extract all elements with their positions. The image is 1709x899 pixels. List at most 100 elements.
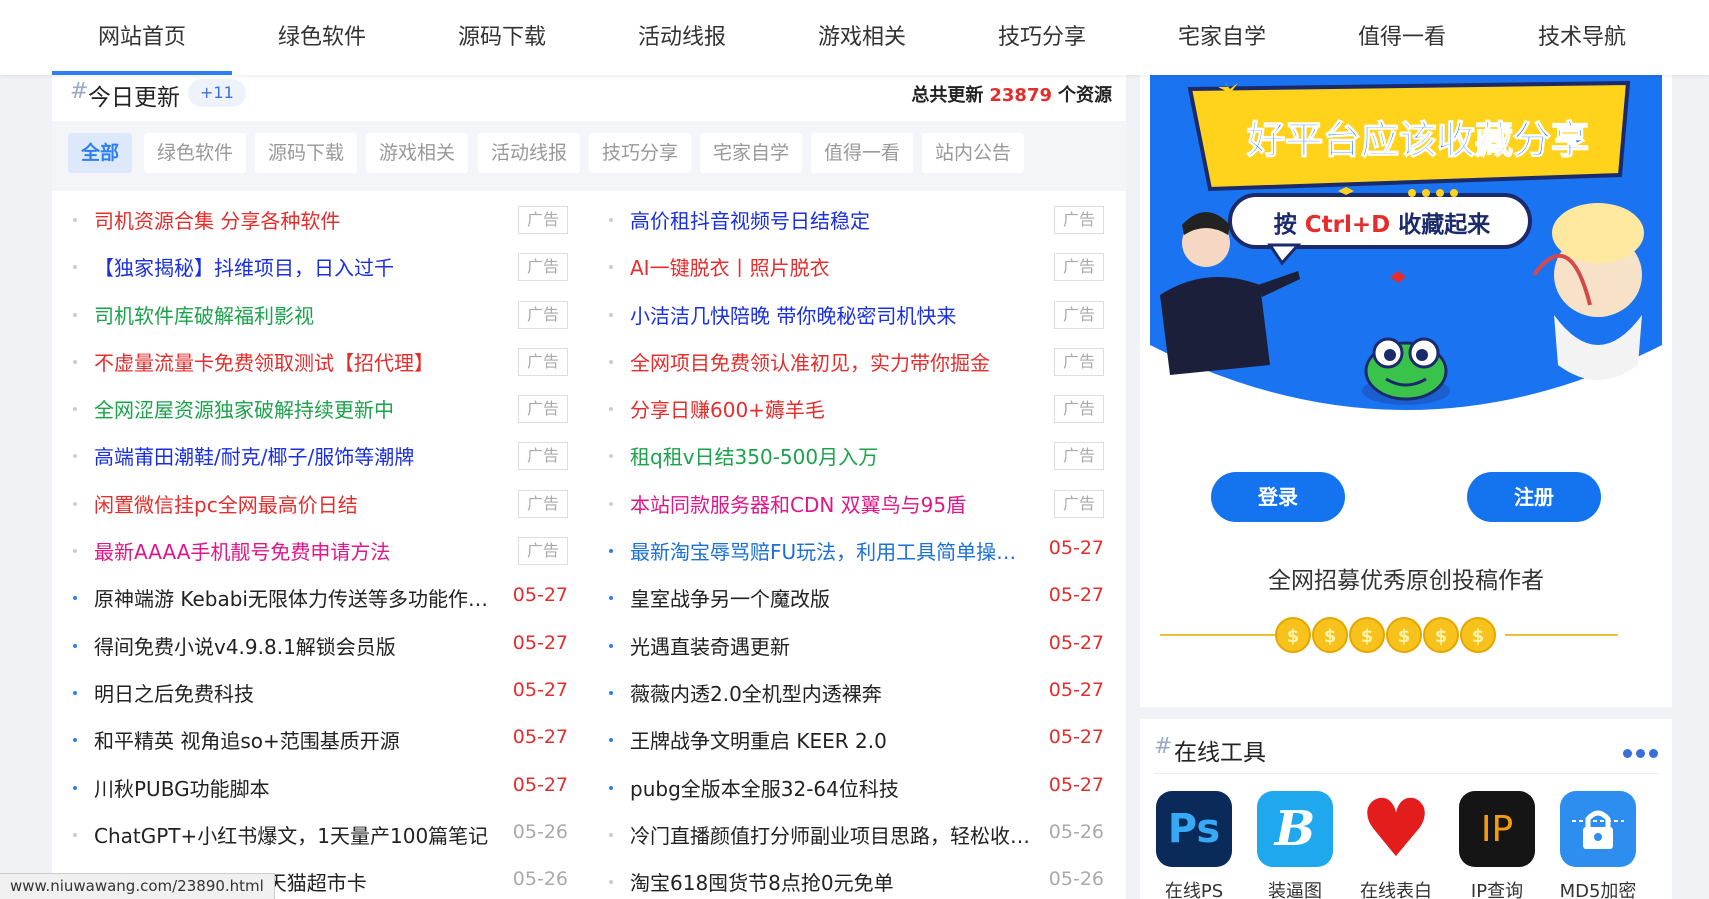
item-title[interactable]: 原神端游 Kebabi无限体力传送等多功能作弊器 [94,583,494,612]
item-title[interactable]: 分享日赚600+薅羊毛 [630,394,1030,423]
item-title[interactable]: 淘宝618囤货节8点抢0元免单 [630,867,1030,896]
item-title[interactable]: ChatGPT+小红书爆文，1天量产100篇笔记 [94,820,494,849]
item-title[interactable]: 薇薇内透2.0全机型内透裸奔 [630,678,1030,707]
coins-decoration: $ $ $ $ $ $ [1160,617,1618,653]
item-title[interactable]: 全网涩屋资源独家破解持续更新中 [94,394,494,423]
item-title[interactable]: 王牌战争文明重启 KEER 2.0 [630,725,1030,754]
ad-tag: 广告 [518,300,568,329]
category-tab[interactable]: 宅家自学 [700,133,803,173]
list-item[interactable]: 明日之后免费科技 05-27 [68,668,568,715]
list-item[interactable]: 光遇直装奇遇更新 05-27 [604,621,1104,668]
item-title[interactable]: 最新AAAA手机靓号免费申请方法 [94,536,494,565]
category-tab[interactable]: 技巧分享 [589,133,692,173]
item-title[interactable]: 最新淘宝辱骂赔FU玩法，利用工具简单操作日入过千 [630,536,1030,565]
list-item[interactable]: 分享日赚600+薅羊毛 广告 [604,384,1104,431]
category-tab[interactable]: 源码下载 [255,133,358,173]
nav-item[interactable]: 技术导航 [1492,0,1672,75]
list-item[interactable]: AI一键脱衣丨照片脱衣 广告 [604,242,1104,289]
list-item[interactable]: 最新淘宝辱骂赔FU玩法，利用工具简单操作日入过千 05-27 [604,526,1104,573]
item-date: 05-26 [1048,820,1104,843]
list-item[interactable]: 租q租v日结350-500月入万 广告 [604,431,1104,478]
list-item[interactable]: 得间免费小说v4.9.8.1解锁会员版 05-27 [68,621,568,668]
nav-item[interactable]: 源码下载 [412,0,592,75]
nav-item[interactable]: 游戏相关 [772,0,952,75]
item-title[interactable]: 【独家揭秘】抖维项目，日入过千 [94,252,494,281]
heart-icon: ♥ [1358,789,1434,869]
bullet-icon [609,690,613,695]
login-button[interactable]: 登录 [1211,472,1345,522]
item-title[interactable]: pubg全版本全服32-64位科技 [630,773,1030,802]
category-tab[interactable]: 活动线报 [478,133,581,173]
ad-tag: 广告 [1054,442,1104,471]
promo-banner[interactable]: 好平台应该收藏分享 按 Ctrl+D 收藏起来 [1150,75,1662,437]
bullet-icon [609,454,613,459]
more-dots-icon[interactable] [1619,743,1658,762]
category-tab[interactable]: 全部 [68,133,133,173]
bullet-icon [73,265,77,270]
item-title[interactable]: 高价租抖音视频号日结稳定 [630,205,1030,234]
item-title[interactable]: 得间免费小说v4.9.8.1解锁会员版 [94,631,494,660]
item-title[interactable]: 租q租v日结350-500月入万 [630,441,1030,470]
tool-ip-lookup[interactable]: IP IP查询 [1457,791,1537,899]
item-title[interactable]: 皇室战争另一个魔改版 [630,583,1030,612]
list-item[interactable]: pubg全版本全服32-64位科技 05-27 [604,763,1104,810]
list-item[interactable]: 最新AAAA手机靓号免费申请方法 广告 [68,526,568,573]
list-item[interactable]: 川秋PUBG功能脚本 05-27 [68,763,568,810]
list-item[interactable]: 本站同款服务器和CDN 双翼鸟与95盾 广告 [604,479,1104,526]
list-item[interactable]: 【独家揭秘】抖维项目，日入过千 广告 [68,242,568,289]
list-item[interactable]: 和平精英 视角追so+范围基质开源 05-27 [68,715,568,762]
list-item[interactable]: 王牌战争文明重启 KEER 2.0 05-27 [604,715,1104,762]
bullet-icon [73,738,77,743]
nav-item[interactable]: 值得一看 [1312,0,1492,75]
list-item[interactable]: ChatGPT+小红书爆文，1天量产100篇笔记 05-26 [68,810,568,857]
list-item[interactable]: 高价租抖音视频号日结稳定 广告 [604,195,1104,242]
item-date: 05-27 [1048,537,1104,560]
list-item[interactable]: 高端莆田潮鞋/耐克/椰子/服饰等潮牌 广告 [68,431,568,478]
nav-item[interactable]: 绿色软件 [232,0,412,75]
item-title[interactable]: 川秋PUBG功能脚本 [94,773,494,802]
bullet-icon [73,690,77,695]
list-item[interactable]: 全网项目免费领认准初见，实力带你掘金 广告 [604,337,1104,384]
nav-item[interactable]: 宅家自学 [1132,0,1312,75]
list-item[interactable]: 司机资源合集 分享各种软件 广告 [68,195,568,242]
svg-text:$: $ [1287,626,1300,647]
item-title[interactable]: 冷门直播颜值打分师副业项目思路，轻松收益过万 [630,820,1030,849]
register-button[interactable]: 注册 [1467,472,1601,522]
category-tab[interactable]: 站内公告 [922,133,1025,173]
list-item[interactable]: 薇薇内透2.0全机型内透裸奔 05-27 [604,668,1104,715]
item-title[interactable]: 小洁洁几快陪晚 带你晚秘密司机快来 [630,300,1030,329]
item-title[interactable]: 司机资源合集 分享各种软件 [94,205,494,234]
item-title[interactable]: 高端莆田潮鞋/耐克/椰子/服饰等潮牌 [94,441,494,470]
item-title[interactable]: 光遇直装奇遇更新 [630,631,1030,660]
category-tab[interactable]: 游戏相关 [366,133,469,173]
item-title[interactable]: 司机软件库破解福利影视 [94,300,494,329]
nav-item[interactable]: 活动线报 [592,0,772,75]
nav-item[interactable]: 网站首页 [52,0,232,75]
tool-confession[interactable]: ♥ 在线表白 [1356,789,1436,899]
tool-fake-image[interactable]: B 装逼图 [1255,791,1335,899]
category-tab[interactable]: 绿色软件 [144,133,247,173]
item-title[interactable]: 本站同款服务器和CDN 双翼鸟与95盾 [630,489,1030,518]
list-item[interactable]: 原神端游 Kebabi无限体力传送等多功能作弊器 05-27 [68,573,568,620]
tool-md5[interactable]: MD5加密 [1558,791,1638,899]
list-item[interactable]: 淘宝618囤货节8点抢0元免单 05-26 [604,857,1104,899]
list-item[interactable]: 皇室战争另一个魔改版 05-27 [604,573,1104,620]
list-item[interactable]: 闲置微信挂pc全网最高价日结 广告 [68,479,568,526]
item-title[interactable]: 不虚量流量卡免费领取测试【招代理】 [94,347,494,376]
ip-icon: IP [1459,791,1535,867]
list-item[interactable]: 冷门直播颜值打分师副业项目思路，轻松收益过万 05-26 [604,810,1104,857]
item-title[interactable]: 明日之后免费科技 [94,678,494,707]
list-item[interactable]: 司机软件库破解福利影视 广告 [68,290,568,337]
list-item[interactable]: 小洁洁几快陪晚 带你晚秘密司机快来 广告 [604,290,1104,337]
item-title[interactable]: 全网项目免费领认准初见，实力带你掘金 [630,347,1030,376]
nav-item[interactable]: 技巧分享 [952,0,1132,75]
tool-online-ps[interactable]: Ps 在线PS [1154,791,1234,899]
item-title[interactable]: AI一键脱衣丨照片脱衣 [630,252,1030,281]
tools-title: 在线工具 [1174,740,1266,766]
item-title[interactable]: 和平精英 视角追so+范围基质开源 [94,725,494,754]
ad-tag: 广告 [518,253,568,282]
category-tab[interactable]: 值得一看 [811,133,914,173]
item-title[interactable]: 闲置微信挂pc全网最高价日结 [94,489,494,518]
list-item[interactable]: 不虚量流量卡免费领取测试【招代理】 广告 [68,337,568,384]
list-item[interactable]: 全网涩屋资源独家破解持续更新中 广告 [68,384,568,431]
